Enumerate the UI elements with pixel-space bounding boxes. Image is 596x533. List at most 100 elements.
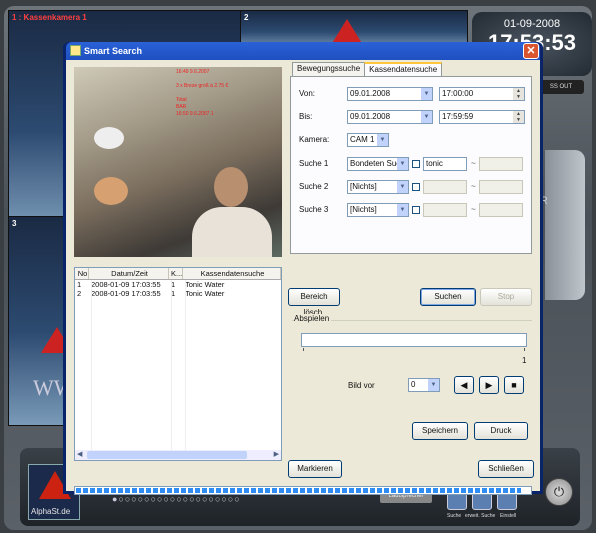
close-button[interactable]: Schließen	[478, 460, 534, 478]
receipt-overlay: 16:49 9.6.2007 3 x Breze groß à 2.75 € T…	[172, 67, 282, 147]
column-header-search[interactable]: Kassendatensuche	[183, 268, 281, 279]
frame-step-select[interactable]: 0 ▼	[408, 378, 440, 392]
scroll-right-icon[interactable]: ▶	[274, 450, 279, 458]
clear-area-button[interactable]: Bereich lösch.	[288, 288, 340, 317]
playback-label: Abspielen	[294, 314, 332, 323]
search2-label: Suche 2	[299, 182, 329, 191]
search1-range-input[interactable]	[479, 157, 523, 171]
tab-panel: Von: 09.01.2008 ▼ 17:00:00 ▲ ▼ Bis: 09.01…	[290, 76, 532, 254]
tab-pos-data-search[interactable]: Kassendatensuche	[364, 62, 443, 77]
play-icon[interactable]: ▶	[479, 376, 499, 394]
slider-tick	[524, 348, 525, 351]
results-list[interactable]: No Datum/Zeit K... Kassendatensuche 1 20…	[74, 267, 282, 461]
search3-text-input[interactable]	[423, 203, 467, 217]
search3-label: Suche 3	[299, 205, 329, 214]
horizontal-scrollbar[interactable]: ◀ ▶	[75, 450, 281, 460]
person-body	[192, 207, 272, 257]
stop-icon[interactable]: ■	[504, 376, 524, 394]
chevron-down-icon[interactable]: ▼	[397, 204, 408, 216]
range-tilde: ~	[471, 159, 476, 168]
camera-label: Kamera:	[299, 135, 330, 144]
search1-text-input[interactable]: tonic	[423, 157, 467, 171]
table-row[interactable]: 2 2008-01-09 17:03:55 1 Tonic Water	[75, 289, 281, 298]
camera-3-label: 3	[12, 219, 17, 228]
search1-label: Suche 1	[299, 159, 329, 168]
column-header-no[interactable]: No	[75, 268, 89, 279]
spinner-icon[interactable]: ▲ ▼	[513, 111, 524, 123]
side-panel	[545, 150, 585, 300]
chevron-down-icon[interactable]: ▼	[421, 111, 432, 123]
receipt-line: 3 x Breze groß à 2.75 €	[176, 83, 229, 89]
receipt-line	[176, 76, 278, 83]
tab-motion-search[interactable]: Bewegungssuche	[292, 62, 366, 76]
camera-view-3[interactable]: 3 WW	[8, 216, 75, 426]
progress-fill	[76, 488, 521, 493]
column-divider	[171, 280, 172, 450]
search-progress-bar	[74, 486, 532, 495]
search3-range-input[interactable]	[479, 203, 523, 217]
from-label: Von:	[299, 89, 316, 98]
camera-1-label: 1 : Kassenkamera 1	[12, 13, 87, 22]
cell-item: Tonic Water	[185, 280, 225, 289]
previous-frame-icon[interactable]: ◀	[454, 376, 474, 394]
search1-checkbox[interactable]	[412, 160, 420, 168]
cell-datetime: 2008-01-09 17:03:55	[91, 289, 161, 298]
from-date-value: 09.01.2008	[350, 89, 391, 98]
scroll-left-icon[interactable]: ◀	[77, 450, 82, 458]
receipt-line	[176, 90, 278, 97]
dialog-title: Smart Search	[84, 46, 143, 56]
camera-select[interactable]: CAM 1 ▼	[347, 133, 389, 147]
exit-button[interactable]: SS OUT	[538, 80, 584, 94]
search2-range-input[interactable]	[479, 180, 523, 194]
camera-page-dots[interactable]: ●○○○○○○○○○○○○○○○○○○○	[112, 494, 241, 504]
playback-slider[interactable]	[301, 333, 527, 351]
dialog-client: 16:49 9.6.2007 3 x Breze groß à 2.75 € T…	[66, 60, 540, 495]
cell-datetime: 2008-01-09 17:03:55	[91, 280, 161, 289]
chevron-down-icon[interactable]: ▼	[397, 158, 408, 170]
column-header-cam[interactable]: K...	[169, 268, 183, 279]
logo-text: AlphaSt.de	[31, 507, 71, 516]
print-button[interactable]: Druck	[474, 422, 528, 440]
smart-search-dialog: Smart Search ✕ 16:49 9.6.2007 3 x Breze …	[63, 42, 543, 495]
to-date-value: 09.01.2008	[350, 112, 391, 121]
scrollbar-thumb[interactable]	[87, 451, 247, 459]
chevron-down-icon[interactable]: ▼	[377, 134, 388, 146]
power-button[interactable]: ⏻	[545, 478, 573, 506]
chevron-down-icon[interactable]: ▼	[397, 181, 408, 193]
app-icon	[70, 45, 81, 56]
search1-field-select[interactable]: Bondeten Suc ▼	[347, 157, 409, 171]
to-date-picker[interactable]: 09.01.2008 ▼	[347, 110, 433, 124]
bread-shape	[94, 177, 128, 205]
save-button[interactable]: Speichern	[412, 422, 468, 440]
search-tabs: Bewegungssuche Kassendatensuche	[292, 62, 443, 77]
tool-label-search: Suche	[447, 513, 462, 519]
to-time-field[interactable]: 17:59:59 ▲ ▼	[439, 110, 525, 124]
playback-position: 1	[522, 356, 527, 365]
search-button[interactable]: Suchen	[420, 288, 476, 306]
clock-date: 01-09-2008	[503, 18, 561, 30]
from-date-picker[interactable]: 09.01.2008 ▼	[347, 87, 433, 101]
column-divider	[185, 280, 186, 450]
camera-2-label: 2	[244, 13, 249, 22]
search2-field-select[interactable]: [Nichts] ▼	[347, 180, 409, 194]
from-time-field[interactable]: 17:00:00 ▲ ▼	[439, 87, 525, 101]
dialog-titlebar[interactable]: Smart Search ✕	[66, 42, 540, 60]
search3-checkbox[interactable]	[412, 206, 420, 214]
chevron-down-icon[interactable]: ▼	[421, 88, 432, 100]
spinner-icon[interactable]: ▲ ▼	[513, 88, 524, 100]
close-icon[interactable]: ✕	[523, 43, 539, 59]
search2-checkbox[interactable]	[412, 183, 420, 191]
cell-no: 2	[77, 289, 82, 298]
table-row[interactable]: 1 2008-01-09 17:03:55 1 Tonic Water	[75, 280, 281, 289]
video-preview: 16:49 9.6.2007 3 x Breze groß à 2.75 € T…	[74, 67, 282, 257]
chevron-down-icon[interactable]: ▼	[428, 379, 439, 391]
stop-button[interactable]: Stop	[480, 288, 532, 306]
mark-button[interactable]: Markieren	[288, 460, 342, 478]
receipt-line: BAR	[176, 104, 187, 110]
frame-step-value: 0	[411, 380, 416, 389]
range-tilde: ~	[471, 205, 476, 214]
receipt-line: 16:49 9.6.2007	[176, 69, 210, 75]
search3-field-select[interactable]: [Nichts] ▼	[347, 203, 409, 217]
search2-text-input[interactable]	[423, 180, 467, 194]
column-header-datetime[interactable]: Datum/Zeit	[89, 268, 169, 279]
